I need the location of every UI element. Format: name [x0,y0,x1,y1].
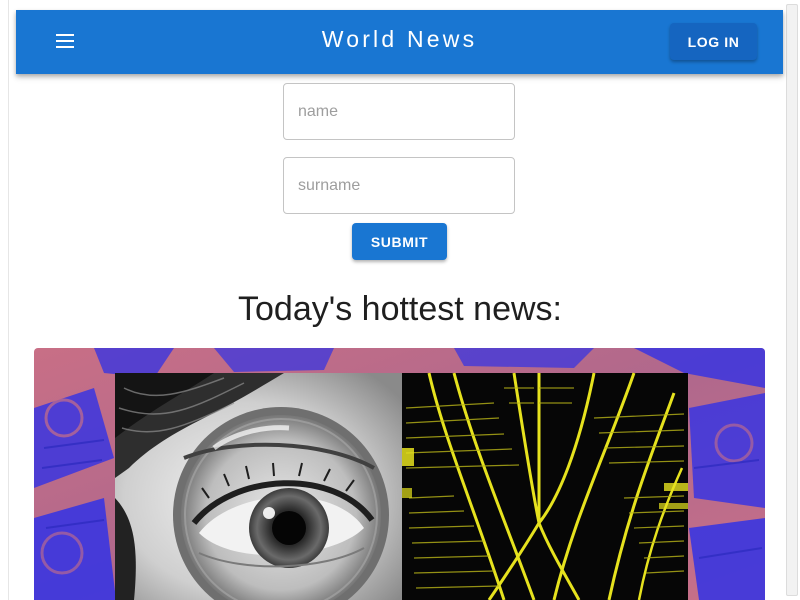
section-heading: Today's hottest news: [238,290,562,328]
submit-button[interactable]: SUBMIT [352,223,447,260]
featured-news-image [34,348,765,600]
app-bar: World News LOG IN [16,10,783,74]
app-title: World News [321,26,478,52]
surname-input[interactable] [284,158,514,213]
name-field[interactable] [283,83,515,140]
name-input[interactable] [284,84,514,139]
surname-field[interactable] [283,157,515,214]
login-button[interactable]: LOG IN [670,23,757,60]
news-card[interactable] [34,348,765,600]
